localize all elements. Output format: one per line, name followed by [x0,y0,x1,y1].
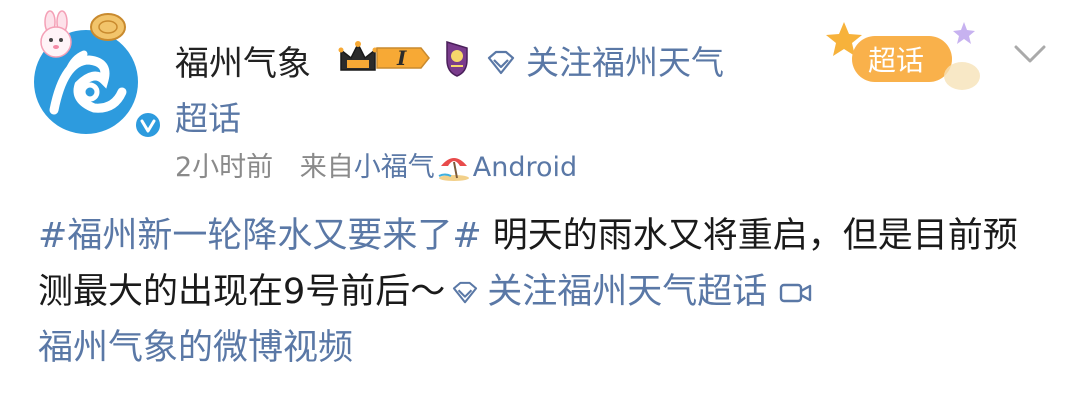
video-link[interactable]: 福州气象的微博视频 [38,328,353,368]
bunny-mascot-icon [40,10,72,58]
post-meta: 2小时前 来自小福气 Android [175,145,577,184]
source-name[interactable]: 小福气 [354,152,435,183]
supertopic-badge-label: 超话 [868,44,924,77]
follow-link-text: 关注福州天气 [526,43,724,82]
follow-link-second-line[interactable]: 超话 [175,92,241,140]
level-badge: I [376,46,430,70]
diamond-icon [453,281,478,304]
source-prefix: 来自 [299,152,354,183]
diamond-icon [487,50,515,75]
chevron-down-icon[interactable] [1012,42,1048,66]
hashtag-link[interactable]: #福州新一轮降水又要来了# [38,216,482,256]
supertopic-badge[interactable]: 超话 [822,18,992,96]
mooncake-icon [90,13,126,41]
author-avatar[interactable] [30,10,163,140]
post-content: #福州新一轮降水又要来了# 明天的雨水又将重启，但是目前预测最大的出现在9号前后… [38,208,1048,376]
crown-icon [338,41,378,71]
beach-umbrella-icon [438,158,469,181]
author-name[interactable]: 福州气象 [175,36,311,85]
supertopic-link[interactable]: 关注福州天气超话 [487,272,767,312]
platform-name[interactable]: Android [473,152,577,183]
svg-text:I: I [396,46,407,70]
shield-badge-icon [446,40,468,77]
user-badges[interactable]: I [337,36,477,80]
verified-badge [133,110,163,140]
follow-supertopic-link[interactable]: 关注福州天气 [484,36,724,84]
video-camera-icon [780,283,812,303]
post-time: 2小时前 [175,152,274,183]
